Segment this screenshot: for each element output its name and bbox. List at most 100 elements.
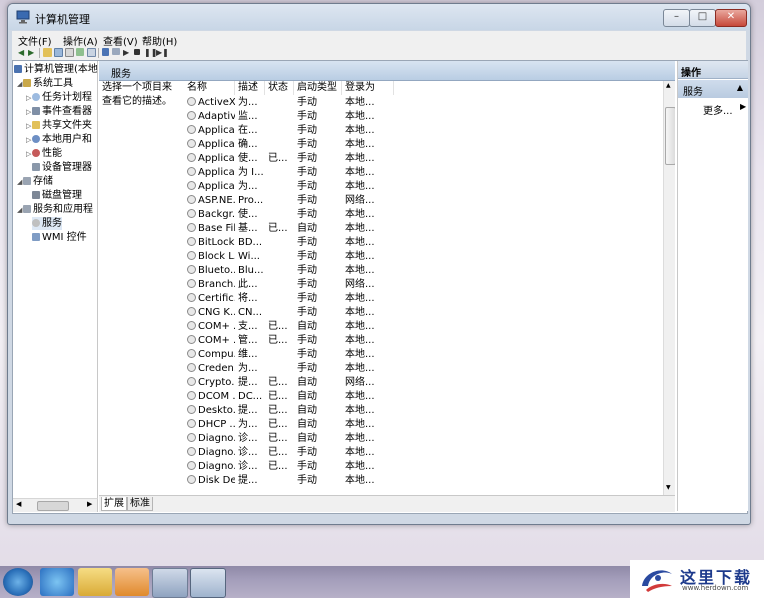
tree-item-performance[interactable]: ▷ 性能 <box>26 147 62 160</box>
table-row[interactable]: ActiveX...为... 手动 本地... <box>184 96 662 110</box>
table-row[interactable]: DHCP ... 为... 已... 自动 本地... <box>184 418 662 432</box>
submenu-arrow-icon[interactable]: ▶ <box>740 102 746 111</box>
table-row[interactable]: Diagno...诊... 已... 手动 本地... <box>184 460 662 474</box>
service-logon-cell: 本地... <box>345 152 393 166</box>
scroll-thumb[interactable] <box>665 107 675 165</box>
table-row[interactable]: COM+ ...支... 已... 自动 本地... <box>184 320 662 334</box>
table-row[interactable]: Applica...为 I... 手动 本地... <box>184 166 662 180</box>
table-row[interactable]: Creden...为... 手动 本地... <box>184 362 662 376</box>
properties-icon[interactable] <box>65 48 74 57</box>
table-row[interactable]: Applica...在... 手动 本地... <box>184 124 662 138</box>
services-vertical-scrollbar[interactable]: ▲ ▼ <box>663 81 675 495</box>
internet-explorer-icon[interactable] <box>40 568 74 596</box>
back-arrow-icon[interactable]: ◀ <box>18 48 27 57</box>
maximize-button[interactable]: □ <box>689 9 716 27</box>
menu-file[interactable]: 文件(F) <box>18 33 52 48</box>
table-row[interactable]: COM+ ...管... 已... 手动 本地... <box>184 334 662 348</box>
up-folder-icon[interactable] <box>43 48 52 57</box>
refresh-icon[interactable] <box>76 48 84 56</box>
computer-management-icon <box>16 10 30 24</box>
tree-item-services[interactable]: 服务 <box>32 217 62 230</box>
column-header-name[interactable]: 名称 <box>184 81 235 95</box>
table-row[interactable]: Applica...确... 手动 本地... <box>184 138 662 152</box>
cell-text: 已... <box>268 223 288 234</box>
stop-service-icon[interactable] <box>134 49 140 55</box>
cell-text: Deskto... <box>198 405 235 416</box>
tree-item-system-tools[interactable]: ◢ 系统工具 <box>17 77 73 90</box>
table-row[interactable]: Applica...为... 手动 本地... <box>184 180 662 194</box>
tab-standard[interactable]: 标准 <box>127 497 153 511</box>
taskbar-window-icon[interactable] <box>152 568 188 598</box>
tree-item-local-users[interactable]: ▷ 本地用户和 <box>26 133 92 146</box>
menu-action[interactable]: 操作(A) <box>63 33 98 48</box>
close-button[interactable]: ✕ <box>715 9 747 27</box>
event-log-icon <box>32 107 40 115</box>
collapse-up-icon[interactable]: ▲ <box>737 83 743 92</box>
more-actions-link[interactable]: 更多... <box>703 102 733 117</box>
file-explorer-icon[interactable] <box>78 568 112 596</box>
tree-horizontal-scrollbar[interactable]: ◀ ▶ <box>13 498 98 512</box>
forward-arrow-icon[interactable]: ▶ <box>28 48 37 57</box>
table-row[interactable]: BitLock...BD... 手动 本地... <box>184 236 662 250</box>
table-row[interactable]: Diagno...诊... 已... 手动 本地... <box>184 446 662 460</box>
column-header-status[interactable]: 状态 <box>265 81 294 95</box>
actions-header: 操作 <box>678 61 748 79</box>
service-gear-icon <box>187 209 196 218</box>
tree-item-device-manager[interactable]: 设备管理器 <box>32 161 92 174</box>
minimize-button[interactable]: – <box>663 9 690 27</box>
actions-section-services[interactable]: 服务 ▲ <box>678 80 748 98</box>
column-header-startup-type[interactable]: 启动类型 <box>294 81 342 95</box>
table-row[interactable]: Blueto...Blu... 手动 本地... <box>184 264 662 278</box>
tab-extended[interactable]: 扩展 <box>101 497 127 511</box>
pause-service-icon[interactable]: ❚❚ <box>144 48 157 57</box>
computer-management-taskbar-icon[interactable] <box>190 568 226 598</box>
cell-text: 自动 <box>297 321 317 332</box>
tree-item-storage[interactable]: ◢ 存储 <box>17 175 53 188</box>
scroll-left-arrow-icon[interactable]: ◀ <box>16 500 21 508</box>
expand-icon[interactable]: ▷ <box>26 92 32 105</box>
scroll-right-arrow-icon[interactable]: ▶ <box>87 500 92 508</box>
help-icon[interactable] <box>102 48 109 56</box>
export-list-icon[interactable] <box>87 48 96 57</box>
table-row[interactable]: Adaptiv...监... 手动 本地... <box>184 110 662 124</box>
tree-item-event-viewer[interactable]: ▷ 事件查看器 <box>26 105 92 118</box>
tree-item-services-apps[interactable]: ◢ 服务和应用程 <box>17 203 93 216</box>
table-row[interactable]: CNG K...CN... 手动 本地... <box>184 306 662 320</box>
media-player-icon[interactable] <box>115 568 149 596</box>
title-bar[interactable]: 计算机管理 – □ ✕ <box>8 4 750 30</box>
table-row[interactable]: Branch...此... 手动 网络... <box>184 278 662 292</box>
tree-item-wmi-control[interactable]: WMI 控件 <box>32 231 87 244</box>
expand-icon[interactable]: ▷ <box>26 134 32 147</box>
console-icon[interactable] <box>112 48 120 55</box>
scroll-up-arrow-icon[interactable]: ▲ <box>666 82 671 89</box>
menu-help[interactable]: 帮助(H) <box>142 33 177 48</box>
tree-item-root[interactable]: 计算机管理(本地 <box>14 63 97 76</box>
restart-service-icon[interactable]: ▶❚ <box>156 48 169 57</box>
table-row[interactable]: Diagno...诊... 已... 自动 本地... <box>184 432 662 446</box>
table-row[interactable]: Crypto...提... 已... 自动 网络... <box>184 376 662 390</box>
scroll-down-arrow-icon[interactable]: ▼ <box>666 484 671 491</box>
service-gear-icon <box>187 279 196 288</box>
tree-item-task-scheduler[interactable]: ▷ 任务计划程 <box>26 91 92 104</box>
scroll-thumb[interactable] <box>37 501 69 511</box>
table-row[interactable]: Compu...维... 手动 本地... <box>184 348 662 362</box>
table-row[interactable]: DCOM ...DC... 已... 自动 本地... <box>184 390 662 404</box>
table-row[interactable]: Disk De...提... 手动 本地... <box>184 474 662 488</box>
show-hide-tree-icon[interactable] <box>54 48 63 57</box>
table-row[interactable]: Deskto...提... 已... 自动 本地... <box>184 404 662 418</box>
table-row[interactable]: Certific...将... 手动 本地... <box>184 292 662 306</box>
column-header-description[interactable]: 描述 <box>235 81 265 95</box>
table-row[interactable]: Backgr...使... 手动 本地... <box>184 208 662 222</box>
start-button-icon[interactable] <box>3 568 33 596</box>
expand-icon[interactable]: ▷ <box>26 148 32 161</box>
table-row[interactable]: Block L...Wi... 手动 本地... <box>184 250 662 264</box>
table-row[interactable]: ASP.NE...Pro... 手动 网络... <box>184 194 662 208</box>
column-header-log-on-as[interactable]: 登录为 <box>342 81 394 95</box>
table-row[interactable]: Applica...使... 已... 手动 本地... <box>184 152 662 166</box>
menu-view[interactable]: 查看(V) <box>103 33 138 48</box>
computer-management-window: 计算机管理 – □ ✕ 文件(F) 操作(A) 查看(V) 帮助(H) ◀ ▶ … <box>7 3 751 525</box>
tree-item-shared-folders[interactable]: ▷ 共享文件夹 <box>26 119 92 132</box>
table-row[interactable]: Base Fil...基... 已... 自动 本地... <box>184 222 662 236</box>
start-service-icon[interactable]: ▶ <box>123 48 132 57</box>
tree-item-disk-management[interactable]: 磁盘管理 <box>32 189 82 202</box>
